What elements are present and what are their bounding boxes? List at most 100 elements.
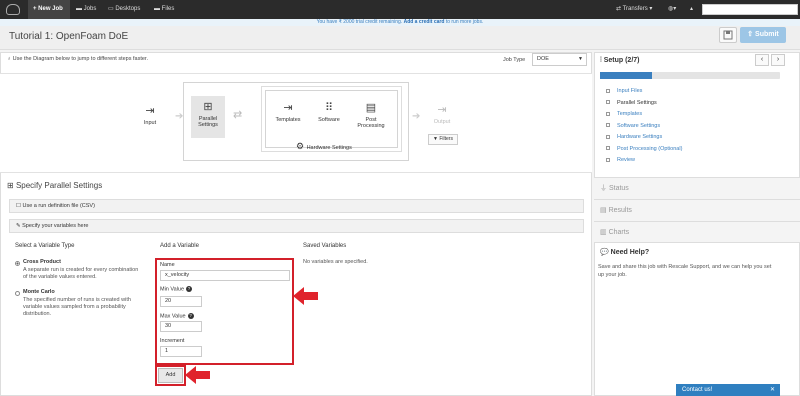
setup-progress-bar	[600, 72, 780, 79]
cloud-logo-icon[interactable]	[6, 4, 20, 15]
diagram-node-templates[interactable]: ⇥ Templates	[268, 102, 308, 123]
nav-jobs-label: Jobs	[83, 6, 97, 12]
help-line-1: Save and share this job with Rescale Sup…	[598, 264, 772, 270]
need-help-text: Need Help?	[610, 249, 650, 256]
next-step-button[interactable]: ›	[771, 54, 785, 66]
node-input-label: Input	[143, 120, 157, 126]
monte-carlo-desc: The specified number of runs is created …	[23, 297, 131, 318]
node-output-label: Output	[433, 119, 451, 125]
setup-step-item[interactable]: Post Processing (Optional)	[606, 146, 682, 152]
chevron-down-icon: ▼	[578, 56, 583, 62]
transfers-label: Transfers ▾	[622, 6, 653, 12]
setup-step-item[interactable]: Templates	[606, 111, 642, 117]
nav-desktops-label: Desktops	[115, 6, 141, 12]
cross-product-title: Cross Product	[23, 259, 61, 265]
setup-step-label: Post Processing (Optional)	[617, 145, 683, 152]
help-icon[interactable]: ?	[186, 286, 193, 292]
setup-step-label: Templates	[617, 111, 643, 117]
job-type-value: DOE	[537, 56, 549, 62]
name-label: Name	[160, 262, 175, 268]
banner-text: You have ₹ 2000 trial credit remaining.	[316, 19, 403, 25]
setup-step-item[interactable]: Input Files	[606, 88, 642, 94]
no-variables-text: No variables are specified.	[303, 259, 368, 265]
new-job-button[interactable]: + New Job	[28, 0, 70, 19]
contact-us-button[interactable]: Contact us! ✕	[676, 384, 780, 396]
exchange-arrows-icon: ⇄	[233, 109, 243, 121]
setup-step-label: Input Files	[617, 88, 643, 94]
cross-desc-line-1: A separate run is created for every comb…	[23, 267, 139, 273]
nav-desktops[interactable]: ▭ Desktops	[108, 0, 140, 19]
add-credit-card-link[interactable]: Add a credit card	[404, 19, 445, 25]
run-definition-accordion[interactable]: ☐ Use a run definition file (CSV)	[9, 199, 584, 213]
transfers-menu[interactable]: ⇄ Transfers ▾	[616, 0, 652, 19]
min-value-text: Min Value	[160, 286, 185, 293]
cross-desc-line-2: of the variable values entered.	[23, 274, 97, 280]
charts-section[interactable]: ▥ Charts	[594, 221, 800, 243]
job-type-label: Job Type	[503, 57, 526, 63]
name-input[interactable]: x_velocity	[160, 270, 290, 281]
file-arrow-icon: ⇥	[283, 102, 293, 114]
node-post-label-2: Processing	[357, 123, 385, 129]
monte-carlo-radio[interactable]	[15, 291, 20, 296]
cross-product-radio[interactable]	[15, 261, 20, 266]
folder-icon: ▬	[76, 6, 84, 12]
setup-header: ⫶ Setup (2/7)	[600, 57, 640, 65]
section-title-text: Specify Parallel Settings	[15, 181, 103, 190]
setup-step-item[interactable]: Parallel Settings	[606, 100, 657, 106]
add-variable-heading: Add a Variable	[160, 243, 199, 249]
save-job-button[interactable]	[719, 27, 737, 43]
max-value-input[interactable]: 30	[160, 321, 202, 332]
page-title: Tutorial 1: OpenFoam DoE	[9, 31, 129, 42]
status-section[interactable]: ⏚ Status	[594, 177, 800, 199]
cross-product-desc: A separate run is created for every comb…	[23, 267, 138, 281]
diagram-node-post-processing[interactable]: ▤ Post Processing	[351, 102, 391, 129]
close-icon[interactable]: ✕	[770, 384, 775, 396]
job-type-select[interactable]: DOE ▼	[532, 53, 587, 66]
checkbox-icon	[606, 88, 610, 93]
diagram-node-parallel-settings[interactable]: ⊞ Parallel Settings	[188, 101, 228, 128]
diagram-node-input[interactable]: ⇥ Input	[130, 105, 170, 126]
floppy-icon	[723, 30, 733, 40]
results-section[interactable]: ▤ Results	[594, 199, 800, 221]
checkbox-icon	[606, 134, 610, 139]
section-title: ⊞ Specify Parallel Settings	[7, 181, 102, 190]
setup-step-item[interactable]: Software Settings	[606, 123, 660, 129]
checkbox-icon	[606, 157, 610, 162]
max-value-label: Max Value?	[160, 313, 194, 319]
filters-label: Filters	[439, 136, 453, 142]
add-button[interactable]: Add	[158, 368, 183, 383]
edit-icon	[606, 100, 610, 105]
setup-step-item[interactable]: Hardware Settings	[606, 134, 662, 140]
submit-button[interactable]: ⇧ Submit	[740, 27, 786, 43]
help-line-2: up your job.	[598, 272, 627, 278]
increment-input[interactable]: 1	[160, 346, 202, 357]
diagram-hint: ♁ Use the Diagram below to jump to diffe…	[7, 56, 148, 62]
globe-caret: ▾	[673, 6, 677, 12]
hardware-settings-node[interactable]: ⚙ Hardware Settings	[296, 141, 352, 152]
filters-button[interactable]: ▼ Filters	[428, 134, 458, 145]
diagram-node-software[interactable]: ⠿ Software	[309, 102, 349, 123]
results-icon: ▤	[600, 207, 609, 214]
red-arrow-icon	[293, 287, 318, 305]
upload-icon: ⇧	[747, 31, 756, 38]
nav-jobs[interactable]: ▬ Jobs	[76, 0, 96, 19]
setup-step-label: Parallel Settings	[617, 99, 657, 106]
prev-step-button[interactable]: ‹	[755, 54, 769, 66]
help-icon[interactable]: ?	[187, 313, 194, 319]
search-input[interactable]	[702, 4, 798, 15]
setup-step-item[interactable]: Review	[606, 157, 635, 163]
checkbox-icon	[606, 111, 610, 116]
gears-icon: ⚙	[296, 141, 307, 151]
globe-menu[interactable]: ◍▾	[668, 0, 676, 19]
need-help-heading: 💬 Need Help?	[600, 248, 649, 256]
user-icon[interactable]: ▴	[690, 0, 693, 19]
setup-title: Setup (2/7)	[603, 57, 640, 64]
red-arrow-icon	[185, 366, 210, 384]
banner-suffix: to run more jobs.	[445, 19, 484, 25]
nav-files-label: Files	[161, 6, 175, 12]
min-value-input[interactable]: 20	[160, 296, 202, 307]
saved-variables-heading: Saved Variables	[303, 243, 347, 249]
specify-variables-accordion[interactable]: ✎ Specify your variables here	[9, 219, 584, 233]
setup-step-label: Software Settings	[617, 122, 661, 129]
nav-files[interactable]: ▬ Files	[154, 0, 174, 19]
